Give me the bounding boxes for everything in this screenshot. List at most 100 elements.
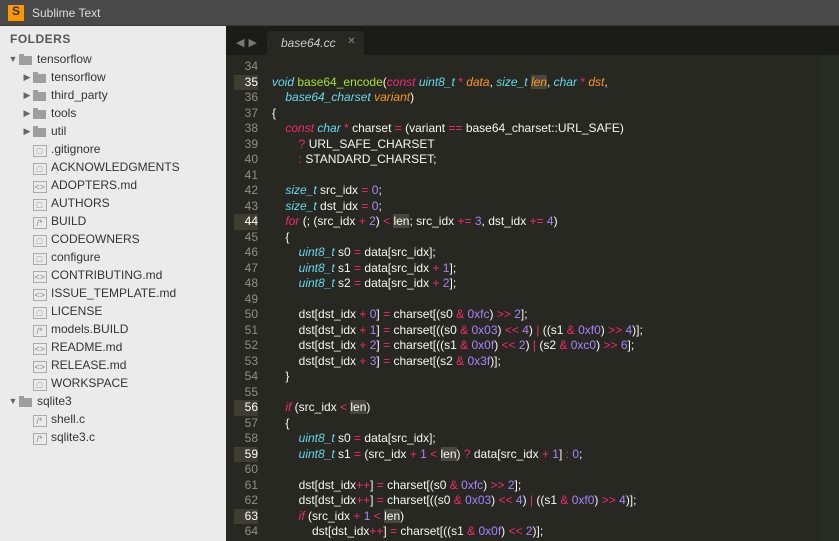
line-number: 61	[234, 478, 258, 494]
line-number: 43	[234, 199, 258, 215]
folder-third_party[interactable]: ▶third_party	[0, 86, 226, 104]
code-line[interactable]: {	[272, 416, 643, 432]
line-number: 39	[234, 137, 258, 153]
file-CONTRIBUTING.md[interactable]: <>CONTRIBUTING.md	[0, 266, 226, 284]
file-icon: <>	[33, 271, 47, 283]
app-title: Sublime Text	[32, 6, 100, 20]
line-number: 63	[234, 509, 258, 525]
code-line[interactable]: dst[dst_idx + 3] = charset[(s2 & 0x3f)];	[272, 354, 643, 370]
tab-bar: ◀ ▶ base64.cc ✕	[226, 26, 839, 55]
line-number: 52	[234, 338, 258, 354]
file-icon: □	[33, 307, 47, 319]
folders-header: FOLDERS	[0, 26, 226, 50]
line-number: 35	[234, 75, 258, 91]
code-line[interactable]: base64_charset variant)	[272, 90, 643, 106]
code-line[interactable]: uint8_t s1 = data[src_idx + 1];	[272, 261, 643, 277]
folder-sqlite3[interactable]: ▼sqlite3	[0, 392, 226, 410]
file-icon: □	[33, 379, 47, 391]
file-shell.c[interactable]: /*shell.c	[0, 410, 226, 428]
file-icon: <>	[33, 289, 47, 301]
code-line[interactable]	[272, 59, 643, 75]
line-number: 56	[234, 400, 258, 416]
file-WORKSPACE[interactable]: □WORKSPACE	[0, 374, 226, 392]
line-number: 53	[234, 354, 258, 370]
code-line[interactable]: : STANDARD_CHARSET;	[272, 152, 643, 168]
file-ADOPTERS.md[interactable]: <>ADOPTERS.md	[0, 176, 226, 194]
code-line[interactable]: ? URL_SAFE_CHARSET	[272, 137, 643, 153]
file-LICENSE[interactable]: □LICENSE	[0, 302, 226, 320]
file-ISSUE_TEMPLATE.md[interactable]: <>ISSUE_TEMPLATE.md	[0, 284, 226, 302]
file-icon: <>	[33, 361, 47, 373]
sidebar: FOLDERS ▼tensorflow▶tensorflow▶third_par…	[0, 26, 226, 541]
code-line[interactable]: dst[dst_idx + 2] = charset[((s1 & 0x0f) …	[272, 338, 643, 354]
code-line[interactable]: dst[dst_idx++] = charset[((s1 & 0x0f) <<…	[272, 524, 643, 540]
code-line[interactable]: dst[dst_idx++] = charset[((s0 & 0x03) <<…	[272, 493, 643, 509]
code-line[interactable]: dst[dst_idx + 1] = charset[((s0 & 0x03) …	[272, 323, 643, 339]
line-number: 42	[234, 183, 258, 199]
editor-pane: ◀ ▶ base64.cc ✕ 343536373839404142434445…	[226, 26, 839, 541]
file-BUILD[interactable]: /*BUILD	[0, 212, 226, 230]
tab-base64[interactable]: base64.cc ✕	[267, 31, 364, 55]
file-.gitignore[interactable]: □.gitignore	[0, 140, 226, 158]
code-line[interactable]: size_t src_idx = 0;	[272, 183, 643, 199]
line-number: 51	[234, 323, 258, 339]
code-line[interactable]: uint8_t s2 = data[src_idx + 2];	[272, 276, 643, 292]
folder-tensorflow[interactable]: ▶tensorflow	[0, 68, 226, 86]
minimap[interactable]	[821, 55, 839, 541]
file-icon: /*	[33, 415, 47, 427]
line-number: 60	[234, 462, 258, 478]
nav-forward-icon[interactable]: ▶	[248, 36, 256, 49]
code-line[interactable]	[272, 462, 643, 478]
code-text[interactable]: void base64_encode(const uint8_t * data,…	[266, 55, 643, 541]
line-number: 64	[234, 524, 258, 540]
close-icon[interactable]: ✕	[347, 36, 355, 47]
folder-tree: ▼tensorflow▶tensorflow▶third_party▶tools…	[0, 50, 226, 446]
line-number: 34	[234, 59, 258, 75]
code-line[interactable]: uint8_t s1 = (src_idx + 1 < len) ? data[…	[272, 447, 643, 463]
line-number: 55	[234, 385, 258, 401]
code-line[interactable]: uint8_t s0 = data[src_idx];	[272, 431, 643, 447]
code-line[interactable]: {	[272, 230, 643, 246]
code-line[interactable]: dst[dst_idx + 0] = charset[(s0 & 0xfc) >…	[272, 307, 643, 323]
folder-tools[interactable]: ▶tools	[0, 104, 226, 122]
code-line[interactable]: uint8_t s0 = data[src_idx];	[272, 245, 643, 261]
chevron-right-icon: ▶	[22, 104, 32, 122]
code-line[interactable]: {	[272, 106, 643, 122]
file-RELEASE.md[interactable]: <>RELEASE.md	[0, 356, 226, 374]
title-bar: Sublime Text	[0, 0, 839, 26]
file-icon: □	[33, 253, 47, 265]
folder-util[interactable]: ▶util	[0, 122, 226, 140]
code-area[interactable]: 3435363738394041424344454647484950515253…	[226, 55, 839, 541]
folder-tensorflow[interactable]: ▼tensorflow	[0, 50, 226, 68]
file-configure[interactable]: □configure	[0, 248, 226, 266]
file-icon: /*	[33, 433, 47, 445]
line-number: 47	[234, 261, 258, 277]
line-number: 45	[234, 230, 258, 246]
file-CODEOWNERS[interactable]: □CODEOWNERS	[0, 230, 226, 248]
file-README.md[interactable]: <>README.md	[0, 338, 226, 356]
file-icon: <>	[33, 181, 47, 193]
code-line[interactable]: for (; (src_idx + 2) < len; src_idx += 3…	[272, 214, 643, 230]
code-line[interactable]: if (src_idx < len)	[272, 400, 643, 416]
file-AUTHORS[interactable]: □AUTHORS	[0, 194, 226, 212]
chevron-right-icon: ▶	[22, 86, 32, 104]
code-line[interactable]: if (src_idx + 1 < len)	[272, 509, 643, 525]
line-number: 40	[234, 152, 258, 168]
code-line[interactable]: void base64_encode(const uint8_t * data,…	[272, 75, 643, 91]
file-icon: /*	[33, 325, 47, 337]
chevron-right-icon: ▶	[22, 68, 32, 86]
code-line[interactable]	[272, 385, 643, 401]
code-line[interactable]: }	[272, 369, 643, 385]
line-number: 46	[234, 245, 258, 261]
chevron-down-icon: ▼	[8, 50, 18, 68]
code-line[interactable]	[272, 168, 643, 184]
file-ACKNOWLEDGMENTS[interactable]: □ACKNOWLEDGMENTS	[0, 158, 226, 176]
file-sqlite3.c[interactable]: /*sqlite3.c	[0, 428, 226, 446]
app-icon	[8, 5, 24, 21]
nav-back-icon[interactable]: ◀	[236, 36, 244, 49]
code-line[interactable]: size_t dst_idx = 0;	[272, 199, 643, 215]
code-line[interactable]: dst[dst_idx++] = charset[(s0 & 0xfc) >> …	[272, 478, 643, 494]
code-line[interactable]	[272, 292, 643, 308]
file-models.BUILD[interactable]: /*models.BUILD	[0, 320, 226, 338]
code-line[interactable]: const char * charset = (variant == base6…	[272, 121, 643, 137]
